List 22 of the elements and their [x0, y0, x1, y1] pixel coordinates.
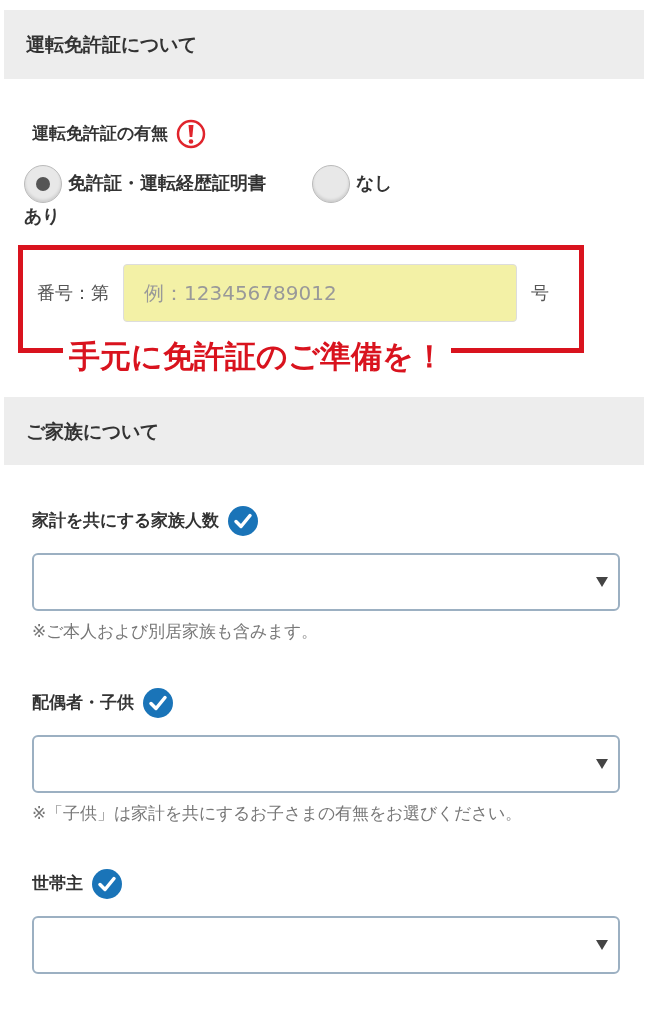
field-label: 家計を共にする家族人数	[32, 509, 219, 533]
select-field[interactable]	[32, 916, 620, 975]
caret-icon	[596, 758, 608, 769]
field-label: 配偶者・子供	[32, 690, 134, 714]
number-input[interactable]: 例：123456789012	[123, 263, 517, 322]
field-note: ※「子供」は家計を共にするお子さまの有無をお選びください。	[32, 801, 524, 825]
select-field[interactable]	[32, 734, 620, 793]
field-note: ※ご本人および別居家族も含みます。	[32, 620, 320, 644]
section-header: ご家族について	[4, 396, 644, 466]
radio-option[interactable]: 免許証・運転経歴証明書あり	[24, 164, 272, 229]
field-suffix: 号	[531, 281, 549, 306]
caret-icon	[596, 577, 608, 588]
radio-option[interactable]: なし	[312, 164, 392, 229]
field-prefix: 番号：第	[37, 281, 109, 306]
section-header: 運転免許証について	[4, 10, 644, 79]
callout-text: 手元に免許証のご準備を！	[63, 338, 451, 376]
field-label: 運転免許証の有無	[32, 121, 168, 145]
select-field[interactable]	[32, 553, 620, 612]
radio-button[interactable]	[312, 164, 350, 203]
caret-icon	[596, 940, 608, 951]
field-label: 世帯主	[32, 872, 83, 896]
radio-button[interactable]	[24, 164, 62, 203]
